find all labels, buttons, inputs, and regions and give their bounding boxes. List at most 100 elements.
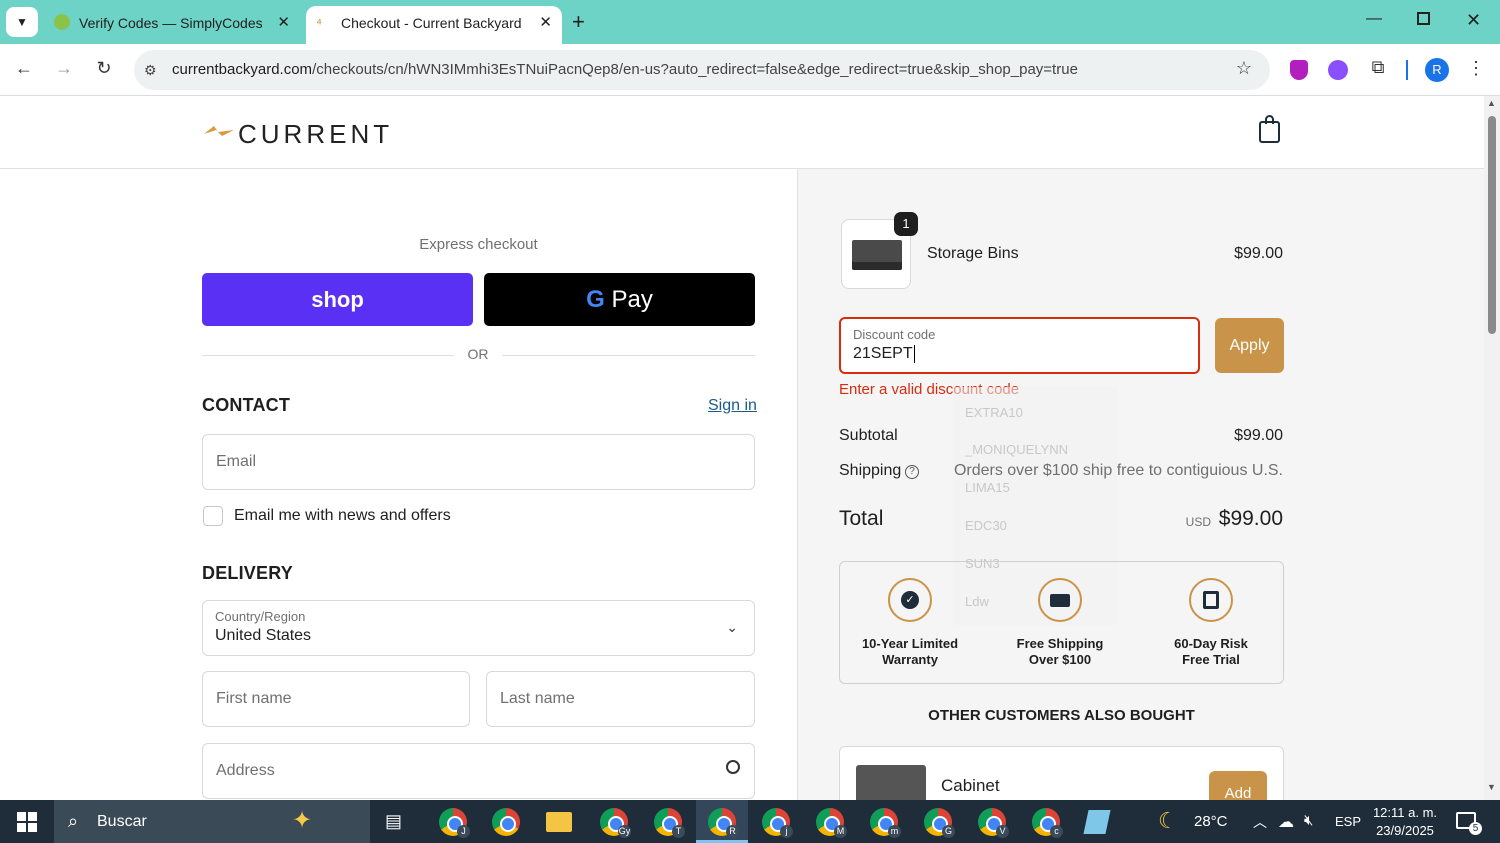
apply-label: Apply bbox=[1229, 337, 1270, 354]
chrome-icon[interactable] bbox=[492, 808, 520, 836]
chrome-profile-icon[interactable]: R bbox=[708, 808, 739, 838]
close-window-button[interactable]: ✕ bbox=[1466, 10, 1481, 31]
task-view-icon[interactable]: ▤ bbox=[385, 811, 402, 832]
file-explorer-icon[interactable] bbox=[546, 812, 572, 832]
profile-avatar[interactable]: R bbox=[1425, 58, 1449, 82]
minimize-button[interactable]: — bbox=[1366, 10, 1382, 28]
upsell-add-button[interactable]: Add bbox=[1209, 771, 1267, 800]
scrollbar-thumb[interactable] bbox=[1488, 116, 1496, 334]
chrome-profile-icon[interactable]: T bbox=[654, 808, 685, 838]
tab-checkout[interactable]: ⁴ Checkout - Current Backyard LL ✕ bbox=[306, 6, 562, 44]
order-summary: 1 Storage Bins $99.00 Discount code 21SE… bbox=[797, 169, 1484, 800]
chrome-profile-icon[interactable]: V bbox=[978, 808, 1009, 838]
autocomplete-option[interactable]: EDC30 bbox=[965, 518, 1129, 533]
notification-center-icon[interactable]: 5 bbox=[1456, 812, 1482, 835]
email-field[interactable]: Email bbox=[202, 434, 755, 490]
onedrive-cloud-icon[interactable]: ☁ bbox=[1278, 812, 1294, 832]
notepad-app-icon[interactable] bbox=[1083, 810, 1111, 834]
chrome-profile-icon[interactable]: j bbox=[762, 808, 793, 838]
discount-code-label: Discount code bbox=[853, 327, 936, 342]
cart-bag-icon[interactable] bbox=[1259, 115, 1280, 143]
volume-muted-icon[interactable]: 🔇︎ bbox=[1304, 812, 1313, 829]
discount-code-field[interactable]: Discount code 21SEPT bbox=[839, 317, 1200, 374]
chrome-profile-icon[interactable]: c bbox=[1032, 808, 1063, 838]
google-pay-button[interactable]: G Pay bbox=[484, 273, 755, 326]
tab-close-icon[interactable]: ✕ bbox=[277, 13, 290, 31]
autocomplete-option[interactable]: EXTRA10 bbox=[965, 405, 1129, 420]
copilot-sparkle-icon: ✦ bbox=[292, 807, 313, 834]
chrome-profile-icon[interactable]: M bbox=[816, 808, 847, 838]
tab-simplycodes[interactable]: Verify Codes — SimplyCodes ✕ bbox=[46, 0, 300, 44]
weather-temp[interactable]: 28°C bbox=[1194, 813, 1228, 830]
new-tab-button[interactable]: + bbox=[572, 9, 585, 35]
shop-pay-button[interactable]: shop bbox=[202, 273, 473, 326]
autocomplete-option[interactable]: LIMA15 bbox=[965, 480, 1129, 495]
restore-button[interactable] bbox=[1417, 12, 1430, 25]
shipping-value: Orders over $100 ship free to contiguiou… bbox=[953, 462, 1283, 479]
store-logo-text[interactable]: CURRENT bbox=[238, 119, 393, 150]
chevron-down-icon: ⌄ bbox=[726, 619, 738, 635]
page-scrollbar[interactable]: ▲ ▼ bbox=[1484, 96, 1500, 800]
check-circle-icon: ✓ bbox=[888, 578, 932, 622]
show-hidden-icons-chevron-icon[interactable]: ︿ bbox=[1253, 812, 1267, 832]
first-name-field[interactable]: First name bbox=[202, 671, 470, 727]
chrome-profile-icon[interactable]: G bbox=[924, 808, 955, 838]
extensions-puzzle-icon[interactable]: ⧉ bbox=[1366, 57, 1390, 78]
clock-date: 23/9/2025 bbox=[1376, 823, 1434, 838]
tab-close-icon[interactable]: ✕ bbox=[539, 13, 552, 31]
total-currency: USD bbox=[1185, 515, 1211, 529]
delivery-heading: DELIVERY bbox=[202, 563, 293, 583]
tab-title: Checkout - Current Backyard LL bbox=[341, 15, 525, 31]
upsell-card: Cabinet Add bbox=[839, 746, 1284, 800]
checkout-page: CURRENT Express checkout shop G Pay OR C… bbox=[0, 96, 1484, 800]
newsletter-checkbox[interactable] bbox=[203, 506, 223, 526]
menu-kebab-icon[interactable]: ⋮ bbox=[1464, 58, 1488, 79]
tab-title: Verify Codes — SimplyCodes bbox=[79, 15, 263, 31]
taskbar-search-placeholder: Buscar bbox=[97, 813, 147, 830]
last-name-placeholder: Last name bbox=[500, 690, 575, 707]
sign-in-link[interactable]: Sign in bbox=[708, 397, 757, 415]
chrome-profile-icon[interactable]: m bbox=[870, 808, 901, 838]
reload-icon[interactable]: ↻ bbox=[92, 58, 116, 79]
browser-toolbar: ← → ↻ ⚙ currentbackyard.com/checkouts/cn… bbox=[0, 44, 1500, 96]
clock-time: 12:11 a. m. bbox=[1372, 805, 1438, 820]
chrome-profile-icon[interactable]: J bbox=[439, 808, 470, 838]
address-bar[interactable]: ⚙ currentbackyard.com/checkouts/cn/hWN3I… bbox=[134, 50, 1270, 90]
windows-taskbar: ⌕ Buscar ✦ ▤ J Gy T R j M m G V c ☾ 28°C… bbox=[0, 800, 1500, 843]
or-label: OR bbox=[467, 346, 489, 362]
country-value: United States bbox=[215, 627, 312, 644]
newsletter-label: Email me with news and offers bbox=[234, 507, 451, 524]
back-icon[interactable]: ← bbox=[12, 58, 36, 79]
forward-icon[interactable]: → bbox=[52, 58, 76, 79]
shipping-label: Shipping bbox=[839, 462, 902, 479]
country-select[interactable]: Country/Region United States ⌄ bbox=[202, 600, 755, 656]
input-language[interactable]: ESP bbox=[1335, 814, 1361, 829]
windows-start-icon[interactable] bbox=[17, 812, 37, 832]
truck-icon bbox=[1038, 578, 1082, 622]
apply-button[interactable]: Apply bbox=[1215, 318, 1284, 373]
shipping-help-icon[interactable]: ? bbox=[905, 465, 919, 479]
scroll-up-arrow-icon[interactable]: ▲ bbox=[1487, 98, 1496, 108]
extension-icon[interactable] bbox=[1328, 60, 1348, 80]
taskbar-search-box[interactable]: ⌕ Buscar ✦ bbox=[54, 800, 370, 843]
cabinet-image bbox=[856, 765, 926, 800]
google-pay-label: Pay bbox=[611, 286, 653, 313]
address-field[interactable]: Address bbox=[202, 743, 755, 799]
toolbar-divider bbox=[1406, 60, 1408, 80]
last-name-field[interactable]: Last name bbox=[486, 671, 755, 727]
benefit-text: 60-Day Risk Free Trial bbox=[1174, 636, 1248, 667]
first-name-placeholder: First name bbox=[216, 690, 292, 707]
address-placeholder: Address bbox=[216, 762, 275, 779]
ublock-extension-icon[interactable] bbox=[1290, 60, 1308, 80]
notification-count: 5 bbox=[1469, 822, 1482, 835]
scroll-down-arrow-icon[interactable]: ▼ bbox=[1487, 782, 1496, 792]
quantity-badge: 1 bbox=[894, 212, 918, 236]
tab-search-button[interactable]: ▼ bbox=[6, 7, 38, 37]
url-domain: currentbackyard.com bbox=[172, 61, 313, 78]
bookmark-star-icon[interactable]: ☆ bbox=[1232, 58, 1256, 79]
chrome-profile-icon[interactable]: Gy bbox=[600, 808, 631, 838]
clock[interactable]: 12:11 a. m. 23/9/2025 bbox=[1368, 804, 1442, 840]
autocomplete-option[interactable]: _MONIQUELYNN bbox=[965, 442, 1129, 457]
subtotal-value: $99.00 bbox=[1234, 427, 1283, 444]
site-info-icon[interactable]: ⚙ bbox=[144, 50, 157, 90]
